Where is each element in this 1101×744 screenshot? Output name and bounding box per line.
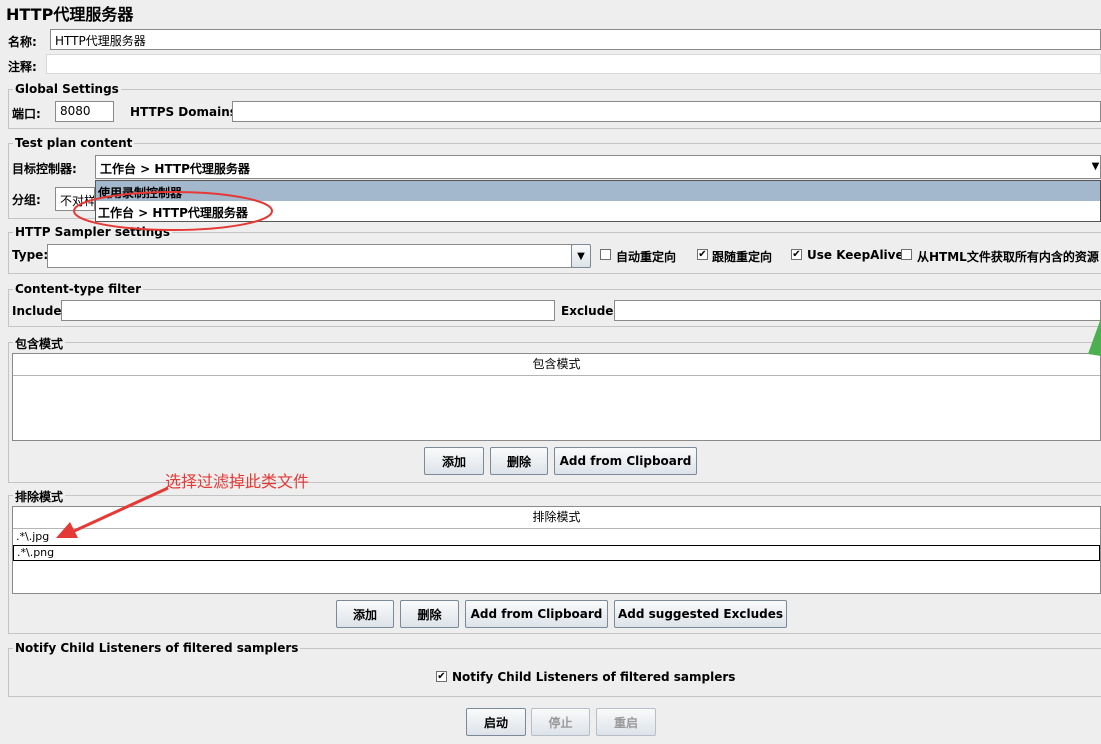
port-field[interactable]: 8080 — [55, 101, 114, 122]
restart-button[interactable]: 重启 — [596, 708, 656, 736]
name-label: 名称: — [8, 35, 37, 49]
include-delete-button[interactable]: 删除 — [490, 447, 548, 475]
include-field[interactable] — [61, 300, 555, 321]
embedded-resources-checkbox[interactable] — [901, 249, 912, 260]
include-patterns-legend: 包含模式 — [13, 335, 66, 352]
include-clipboard-button[interactable]: Add from Clipboard — [554, 447, 697, 475]
start-button[interactable]: 启动 — [466, 708, 526, 736]
chevron-down-icon[interactable]: ▼ — [1090, 155, 1101, 179]
name-field[interactable]: HTTP代理服务器 — [50, 29, 1101, 50]
highlight-ellipse — [73, 191, 273, 231]
stop-button[interactable]: 停止 — [531, 708, 590, 736]
group-label: 分组: — [12, 193, 41, 207]
exclude-delete-button[interactable]: 删除 — [400, 600, 459, 628]
global-settings-legend: Global Settings — [13, 82, 121, 96]
notify-checkbox[interactable]: ✔ — [436, 671, 447, 682]
include-patterns-header[interactable]: 包含模式 — [13, 354, 1100, 376]
follow-redirect-label: 跟随重定向 — [712, 250, 773, 264]
follow-redirect-checkbox[interactable]: ✔ — [697, 249, 708, 260]
https-domains-label: HTTPS Domains : — [130, 105, 246, 119]
exclude-clipboard-button[interactable]: Add from Clipboard — [465, 600, 608, 628]
type-label: Type: — [12, 248, 49, 262]
chevron-down-icon[interactable]: ▼ — [571, 244, 591, 268]
test-plan-legend: Test plan content — [13, 136, 135, 150]
annotation-text: 选择过滤掉此类文件 — [165, 472, 310, 491]
target-controller-label: 目标控制器: — [12, 162, 77, 176]
auto-redirect-label: 自动重定向 — [616, 250, 677, 264]
type-select[interactable] — [47, 244, 572, 268]
exclude-add-button[interactable]: 添加 — [336, 600, 394, 628]
content-filter-legend: Content-type filter — [13, 282, 143, 296]
page-title: HTTP代理服务器 — [6, 5, 134, 24]
https-domains-field[interactable] — [232, 101, 1101, 122]
comment-field[interactable] — [46, 54, 1101, 74]
notify-legend: Notify Child Listeners of filtered sampl… — [13, 641, 301, 655]
comment-label: 注释: — [8, 60, 37, 74]
notify-checkbox-label: Notify Child Listeners of filtered sampl… — [452, 670, 736, 684]
embedded-resources-label: 从HTML文件获取所有内含的资源 — [917, 250, 1099, 264]
target-controller-select[interactable]: 工作台 > HTTP代理服务器 — [95, 155, 1101, 179]
include-label: Include: — [12, 304, 67, 318]
port-label: 端口: — [12, 107, 41, 121]
keepalive-label: Use KeepAlive — [807, 248, 904, 262]
annotation-arrow — [56, 486, 169, 538]
include-patterns-table[interactable]: 包含模式 — [12, 353, 1101, 441]
add-suggested-excludes-button[interactable]: Add suggested Excludes — [614, 600, 787, 628]
exclude-label: Exclude: — [561, 304, 619, 318]
include-add-button[interactable]: 添加 — [424, 447, 484, 475]
keepalive-checkbox[interactable]: ✔ — [791, 249, 802, 260]
decorative-shape-icon — [1088, 318, 1101, 356]
auto-redirect-checkbox[interactable] — [600, 249, 611, 260]
exclude-field[interactable] — [614, 300, 1101, 321]
